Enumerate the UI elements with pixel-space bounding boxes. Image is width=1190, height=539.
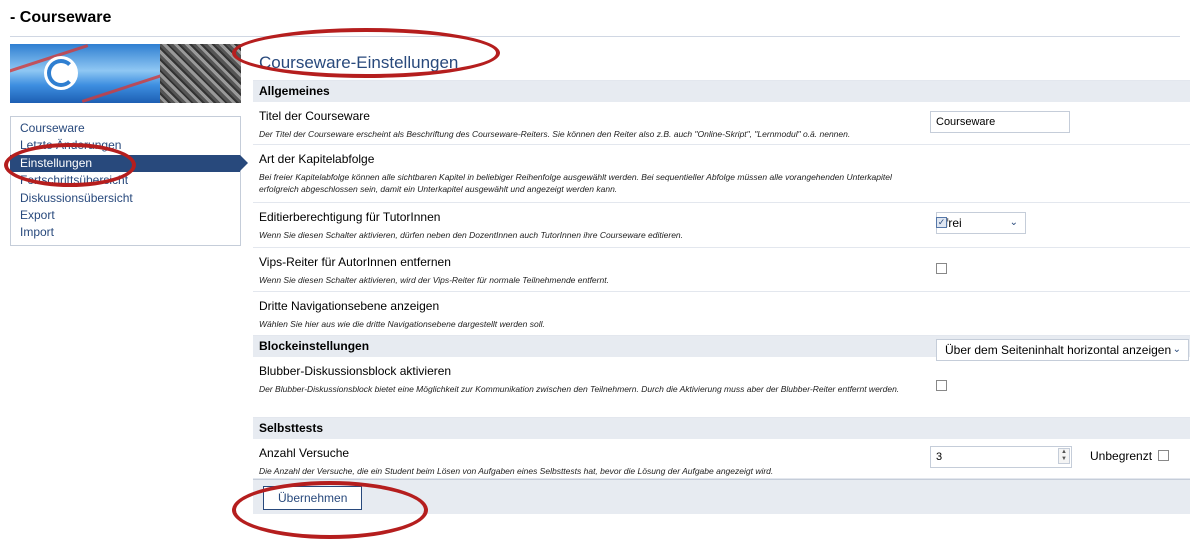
sidebar-item-import[interactable]: Import <box>11 224 240 241</box>
page-title: - Courseware <box>10 9 112 26</box>
divider <box>10 36 1180 37</box>
setting-description: Wählen Sie hier aus wie die dritte Navig… <box>259 319 545 329</box>
setting-label: Art der Kapitelabfolge <box>259 152 375 166</box>
panel-title: Courseware-Einstellungen <box>253 44 1190 81</box>
settings-panel: Courseware-Einstellungen Allgemeines Tit… <box>253 44 1190 514</box>
setting-row-tutor-edit: Editierberechtigung für TutorInnen Wenn … <box>253 203 1190 248</box>
setting-row-vips: Vips-Reiter für AutorInnen entfernen Wen… <box>253 248 1190 292</box>
setting-row-third-nav: Dritte Navigationsebene anzeigen Wählen … <box>253 292 1190 361</box>
course-banner-image <box>10 44 241 103</box>
sidebar-item-progress[interactable]: Fortschrittsübersicht <box>11 172 240 189</box>
sidebar-item-export[interactable]: Export <box>11 207 240 224</box>
setting-description: Wenn Sie diesen Schalter aktivieren, wir… <box>259 275 609 285</box>
setting-label: Dritte Navigationsebene anzeigen <box>259 299 440 313</box>
setting-description: Der Blubber-Diskussionsblock bietet eine… <box>259 384 900 394</box>
setting-label: Editierberechtigung für TutorInnen <box>259 210 441 224</box>
studip-logo-icon <box>44 56 78 90</box>
sidebar-item-recent-changes[interactable]: Letzte Änderungen <box>11 137 240 154</box>
section-selftests: Selbsttests <box>253 418 1190 439</box>
setting-row-title: Titel der Courseware Der Titel der Cours… <box>253 102 1190 145</box>
sidebar-item-courseware[interactable]: Courseware <box>11 120 240 137</box>
sidebar-item-discussions[interactable]: Diskussionsübersicht <box>11 190 240 207</box>
setting-description: Die Anzahl der Versuche, die ein Student… <box>259 466 774 476</box>
tutor-edit-checkbox[interactable]: ✓ <box>936 217 947 228</box>
setting-label: Vips-Reiter für AutorInnen entfernen <box>259 255 451 269</box>
setting-description: Wenn Sie diesen Schalter aktivieren, dür… <box>259 230 684 240</box>
setting-description: Bei freier Kapitelabfolge können alle si… <box>259 172 892 194</box>
banner-left-image <box>10 44 169 103</box>
unlimited-label: Unbegrenzt <box>1090 449 1153 463</box>
stepper-arrows-icon[interactable]: ▲ ▼ <box>1058 448 1070 464</box>
banner-photo <box>160 44 241 103</box>
setting-row-blubber: Blubber-Diskussionsblock aktivieren Der … <box>253 357 1190 418</box>
form-footer: Übernehmen <box>253 479 1190 514</box>
attempts-stepper[interactable]: ▲▼ <box>930 446 1072 468</box>
setting-row-chapter-order: Art der Kapitelabfolge Bei freier Kapite… <box>253 145 1190 234</box>
setting-description: Der Titel der Courseware erscheint als B… <box>259 129 851 139</box>
sidebar-item-settings[interactable]: Einstellungen <box>10 154 248 173</box>
vips-tab-checkbox[interactable] <box>936 263 947 274</box>
blubber-checkbox[interactable] <box>936 380 947 391</box>
section-general: Allgemeines <box>253 81 1190 102</box>
courseware-title-input[interactable] <box>930 111 1070 133</box>
setting-row-attempts: Anzahl Versuche Die Anzahl der Versuche,… <box>253 439 1190 479</box>
submit-button[interactable]: Übernehmen <box>263 486 363 510</box>
select-value: Über dem Seiteninhalt horizontal anzeige… <box>945 343 1172 357</box>
setting-label: Blubber-Diskussionsblock aktivieren <box>259 364 452 378</box>
unlimited-checkbox[interactable] <box>1158 450 1169 461</box>
attempts-input[interactable] <box>930 446 1072 468</box>
sidebar-nav: Courseware Letzte Änderungen Einstellung… <box>10 116 248 246</box>
